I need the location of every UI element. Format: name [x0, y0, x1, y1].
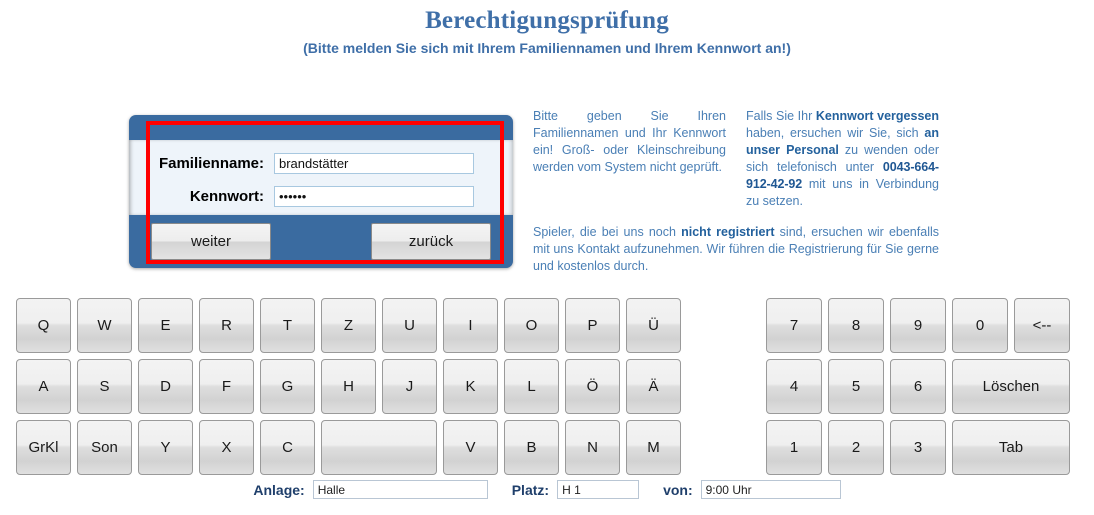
page-header: Berechtigungsprüfung (Bitte melden Sie s…	[0, 0, 1094, 58]
key-x[interactable]: X	[199, 420, 254, 475]
info-block: Bitte geben Sie Ihren Familiennamen und …	[533, 108, 939, 275]
numpad-key-8[interactable]: 8	[828, 298, 884, 353]
key-m[interactable]: M	[626, 420, 681, 475]
key-j[interactable]: J	[382, 359, 437, 414]
numpad-key-6[interactable]: 6	[890, 359, 946, 414]
familienname-input[interactable]	[274, 153, 474, 174]
von-label: von:	[663, 481, 693, 498]
key-w[interactable]: W	[77, 298, 132, 353]
info-column-right: Falls Sie Ihr Kennwort vergessen haben, …	[746, 108, 939, 210]
key-g[interactable]: G	[260, 359, 315, 414]
numpad-key-3[interactable]: 3	[890, 420, 946, 475]
key-d[interactable]: D	[138, 359, 193, 414]
numpad-key-backspace[interactable]: <--	[1014, 298, 1070, 353]
info-paragraph-2: Falls Sie Ihr Kennwort vergessen haben, …	[746, 108, 939, 210]
onscreen-keyboard: Q W E R T Z U I O P Ü A S D F G H J K L Ö Ä GrKl Son Y X C V B N M	[16, 298, 690, 481]
anlage-input[interactable]	[312, 480, 488, 499]
info-p3-text-1: Spieler, die bei uns noch	[533, 225, 682, 239]
key-l[interactable]: L	[504, 359, 559, 414]
keyboard-row: ASDFGHJKLÖÄ	[16, 359, 690, 414]
bottom-status-bar: Anlage: Platz: von:	[0, 480, 1094, 499]
kennwort-label: Kennwort:	[189, 188, 264, 205]
info-column-left: Bitte geben Sie Ihren Familiennamen und …	[533, 108, 726, 210]
platz-label: Platz:	[511, 481, 550, 498]
onscreen-numpad: 7 8 9 0 <-- 4 5 6 Löschen 1 2 3 Tab	[766, 298, 1078, 481]
key-e[interactable]: E	[138, 298, 193, 353]
numpad-row: 1 2 3 Tab	[766, 420, 1078, 475]
key-a[interactable]: A	[16, 359, 71, 414]
key-ö[interactable]: Ö	[565, 359, 620, 414]
info-p2-bold-1: Kennwort vergessen	[815, 109, 939, 123]
page-subtitle: (Bitte melden Sie sich mit Ihrem Familie…	[303, 40, 791, 56]
numpad-key-0[interactable]: 0	[952, 298, 1008, 353]
key-s[interactable]: S	[77, 359, 132, 414]
numpad-key-5[interactable]: 5	[828, 359, 884, 414]
familienname-row: Familienname:	[129, 140, 513, 180]
keyboard-row: QWERTZUIOPÜ	[16, 298, 690, 353]
von-input[interactable]	[700, 480, 841, 499]
key-t[interactable]: T	[260, 298, 315, 353]
kennwort-input[interactable]	[274, 186, 474, 207]
key-i[interactable]: I	[443, 298, 498, 353]
kennwort-row: Kennwort:	[129, 180, 513, 213]
key-n[interactable]: N	[565, 420, 620, 475]
key-u[interactable]: U	[382, 298, 437, 353]
key-o[interactable]: O	[504, 298, 559, 353]
key-ä[interactable]: Ä	[626, 359, 681, 414]
key-y[interactable]: Y	[138, 420, 193, 475]
key-h[interactable]: H	[321, 359, 376, 414]
zurueck-button[interactable]: zurück	[371, 223, 491, 260]
key-q[interactable]: Q	[16, 298, 71, 353]
numpad-key-löschen[interactable]: Löschen	[952, 359, 1070, 414]
familienname-label: Familienname:	[158, 155, 264, 172]
info-columns: Bitte geben Sie Ihren Familiennamen und …	[533, 108, 939, 210]
anlage-label: Anlage:	[253, 481, 305, 498]
numpad-row: 7 8 9 0 <--	[766, 298, 1078, 353]
numpad-key-1[interactable]: 1	[766, 420, 822, 475]
key-f[interactable]: F	[199, 359, 254, 414]
key-p[interactable]: P	[565, 298, 620, 353]
key-c[interactable]: C	[260, 420, 315, 475]
keyboard-row: GrKl Son Y X C V B N M	[16, 420, 690, 475]
key-son[interactable]: Son	[77, 420, 132, 475]
info-p3-bold-1: nicht registriert	[681, 225, 775, 239]
platz-input[interactable]	[557, 480, 640, 499]
key-v[interactable]: V	[443, 420, 498, 475]
numpad-key-tab[interactable]: Tab	[952, 420, 1070, 475]
login-panel: Familienname: Kennwort: weiter zurück	[129, 115, 513, 268]
numpad-key-2[interactable]: 2	[828, 420, 884, 475]
key-r[interactable]: R	[199, 298, 254, 353]
info-note: Spieler, die bei uns noch nicht registri…	[533, 224, 939, 275]
info-p2-text-2: haben, ersuchen wir Sie, sich	[746, 126, 925, 140]
key-ü[interactable]: Ü	[626, 298, 681, 353]
key-space[interactable]	[321, 420, 437, 475]
weiter-button[interactable]: weiter	[151, 223, 271, 260]
info-paragraph-1: Bitte geben Sie Ihren Familiennamen und …	[533, 109, 726, 174]
numpad-key-7[interactable]: 7	[766, 298, 822, 353]
info-paragraph-3: Spieler, die bei uns noch nicht registri…	[533, 224, 939, 275]
key-k[interactable]: K	[443, 359, 498, 414]
numpad-key-9[interactable]: 9	[890, 298, 946, 353]
numpad-row: 4 5 6 Löschen	[766, 359, 1078, 414]
page-title: Berechtigungsprüfung	[425, 7, 669, 34]
info-p2-text-1: Falls Sie Ihr	[746, 109, 816, 123]
key-grkl[interactable]: GrKl	[16, 420, 71, 475]
key-z[interactable]: Z	[321, 298, 376, 353]
numpad-key-4[interactable]: 4	[766, 359, 822, 414]
login-fields-area: Familienname: Kennwort:	[129, 140, 513, 215]
key-b[interactable]: B	[504, 420, 559, 475]
